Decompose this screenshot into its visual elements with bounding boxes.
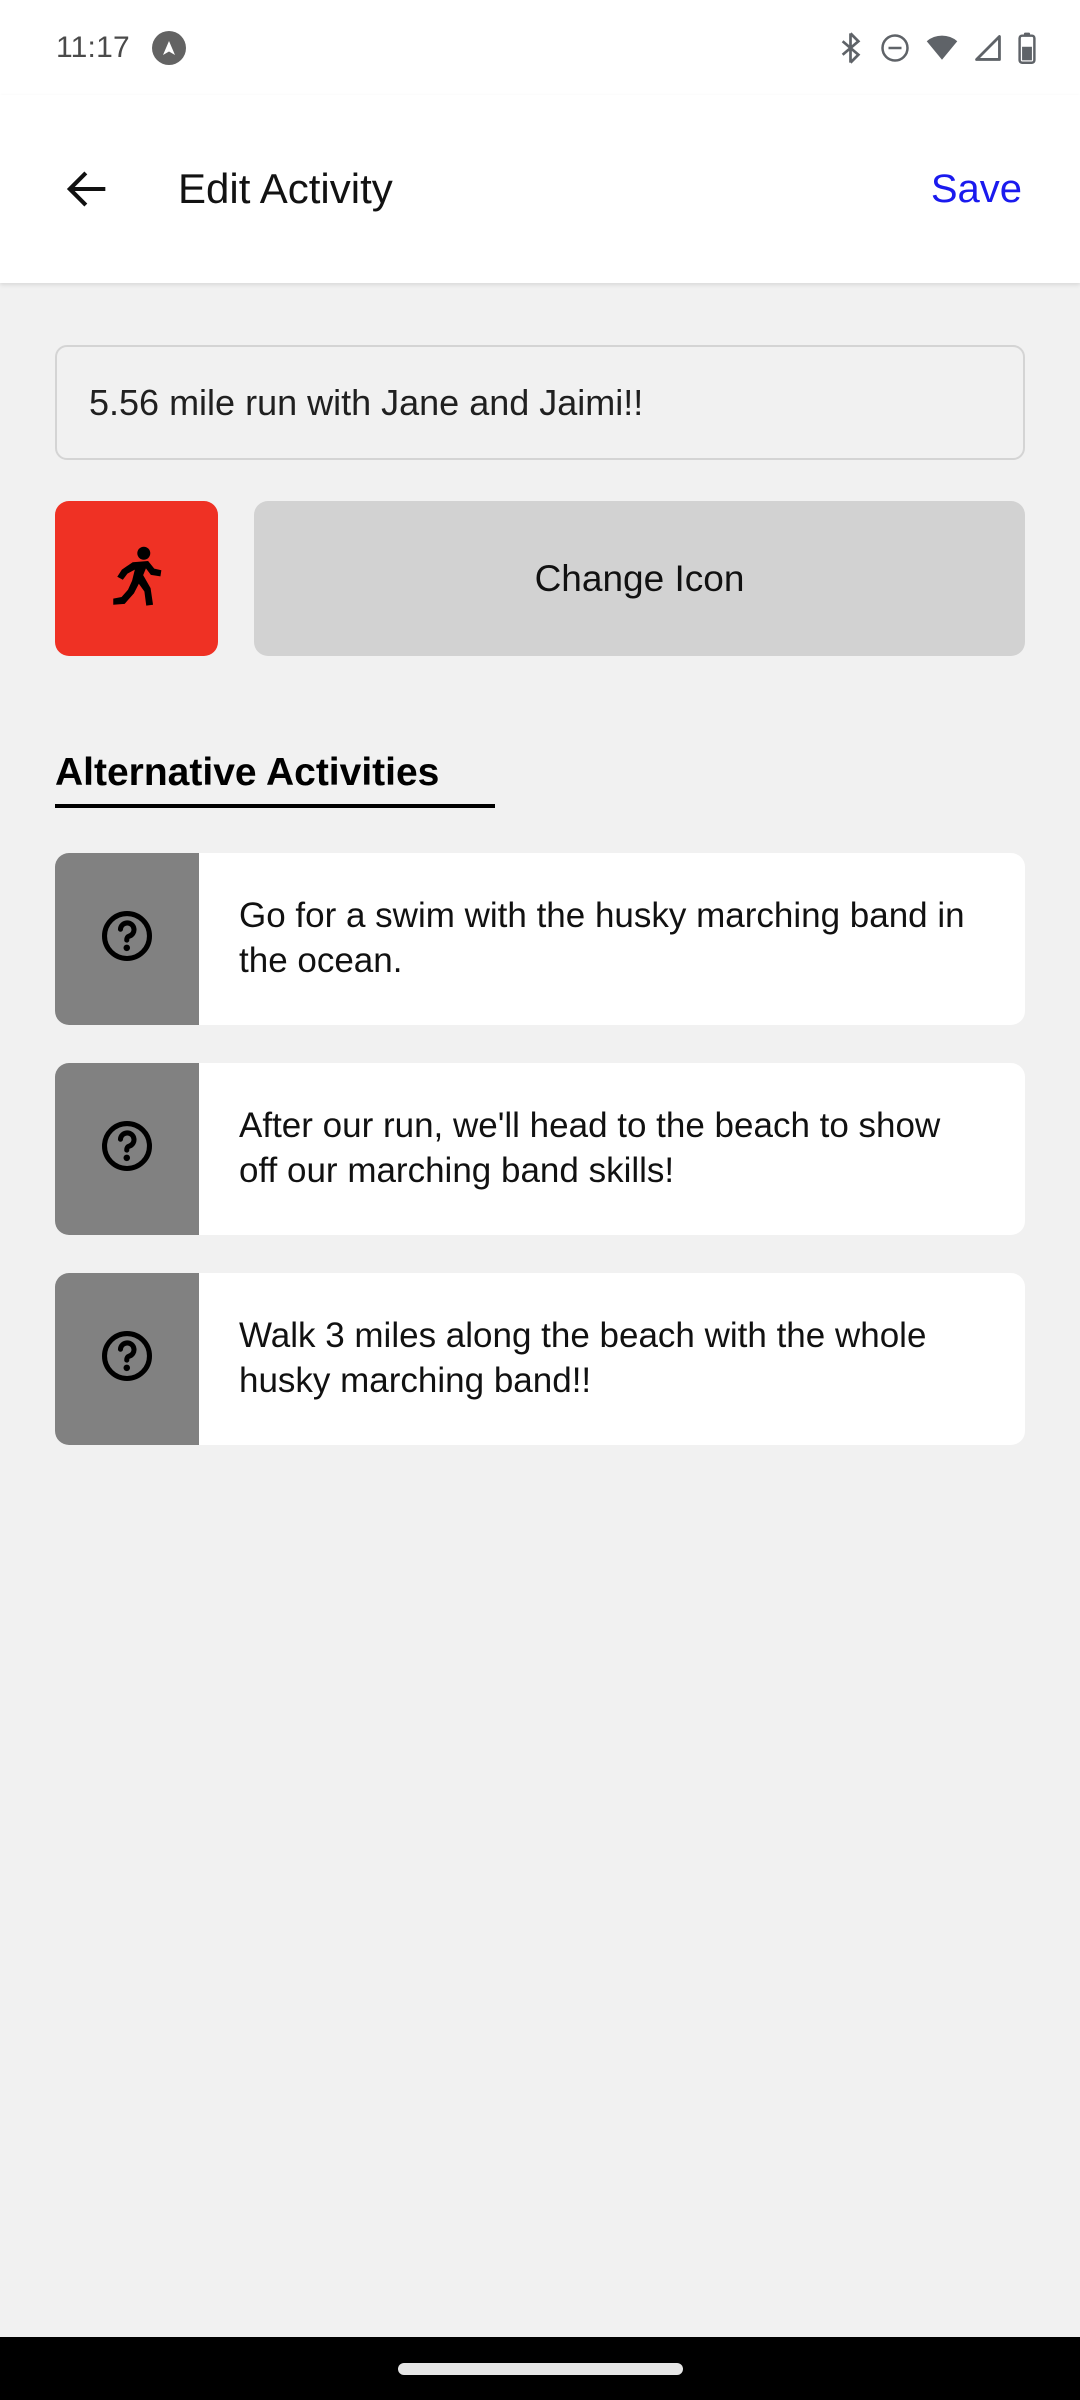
bluetooth-icon [837, 31, 864, 64]
phone-screen: 11:17 Edit Activity Save 5.56 mile run w… [0, 0, 1080, 2400]
alt-activity-text: Walk 3 miles along the beach with the wh… [239, 1316, 927, 1400]
wifi-icon [926, 33, 958, 63]
alt-thumbnail [55, 852, 199, 1025]
activity-icon-swatch[interactable] [55, 501, 218, 656]
main-content: Change Icon Alternative Activities Go fo… [0, 283, 1080, 2337]
status-bar-left: 11:17 [56, 30, 186, 65]
alt-activity-text: Go for a swim with the husky marching ba… [239, 896, 965, 980]
running-person-icon [100, 540, 174, 617]
battery-icon [1018, 32, 1036, 64]
back-arrow-icon[interactable] [50, 151, 126, 227]
alternative-activities-list: Go for a swim with the husky marching ba… [55, 852, 1025, 1445]
alternatives-heading-wrap: Alternative Activities [55, 656, 1025, 808]
list-item[interactable]: Go for a swim with the husky marching ba… [55, 852, 1025, 1025]
page-title: Edit Activity [178, 165, 393, 212]
alt-activity-text: After our run, we'll head to the beach t… [239, 1106, 941, 1190]
list-item[interactable]: Walk 3 miles along the beach with the wh… [55, 1272, 1025, 1445]
status-bar-right [837, 31, 1036, 64]
system-navigation-bar [0, 2337, 1080, 2400]
home-gesture-pill[interactable] [397, 2362, 683, 2375]
question-mark-circle-icon [98, 907, 156, 970]
alt-thumbnail [55, 1062, 199, 1235]
list-item[interactable]: After our run, we'll head to the beach t… [55, 1062, 1025, 1235]
change-icon-button[interactable]: Change Icon [254, 501, 1025, 656]
do-not-disturb-icon [880, 33, 910, 63]
status-clock: 11:17 [56, 30, 130, 64]
question-mark-circle-icon [98, 1327, 156, 1390]
triangle-up-badge-icon [151, 30, 186, 65]
activity-title-input[interactable] [55, 345, 1025, 460]
save-button[interactable]: Save [917, 159, 1036, 219]
app-bar: Edit Activity Save [0, 95, 1080, 283]
icon-selection-row: Change Icon [55, 501, 1025, 656]
question-mark-circle-icon [98, 1117, 156, 1180]
cellular-signal-icon [974, 33, 1002, 63]
status-bar: 11:17 [0, 0, 1080, 95]
alternative-activities-heading: Alternative Activities [55, 752, 496, 808]
alt-thumbnail [55, 1272, 199, 1445]
